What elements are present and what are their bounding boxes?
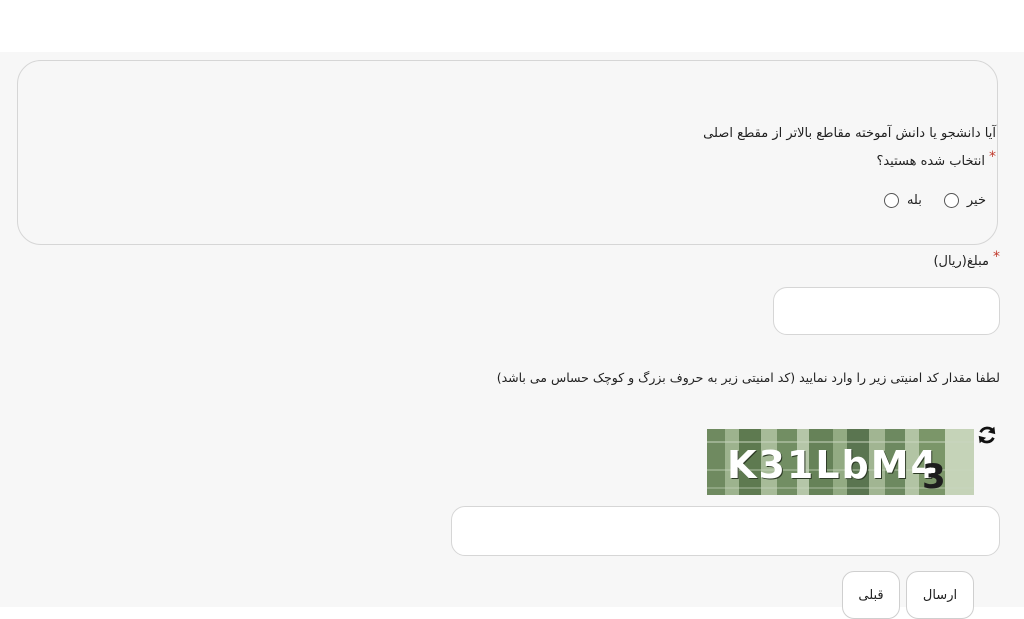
- question-text-line1: آیا دانشجو یا دانش آموخته مقاطع بالاتر ا…: [703, 126, 996, 141]
- previous-button[interactable]: قبلی: [842, 571, 900, 619]
- amount-label-text: مبلغ(ریال): [933, 254, 989, 269]
- refresh-icon[interactable]: [976, 424, 998, 446]
- amount-required-mark: *: [993, 249, 1000, 265]
- radio-button-no[interactable]: [943, 193, 959, 208]
- captcha-image: K31LbM4 3: [707, 429, 974, 495]
- amount-input[interactable]: [773, 287, 1000, 335]
- radio-option-no[interactable]: خیر: [943, 193, 986, 208]
- radio-option-yes-label: بله: [906, 193, 922, 208]
- captcha-text-tail: 3: [922, 457, 946, 495]
- radio-option-yes[interactable]: بله: [883, 193, 922, 208]
- captcha-instructions: لطفا مقدار کد امنیتی زیر را وارد نمایید …: [496, 370, 1000, 385]
- submit-button[interactable]: ارسال: [906, 571, 974, 619]
- radio-button-yes[interactable]: [883, 193, 899, 208]
- captcha-input[interactable]: [451, 506, 1000, 556]
- amount-label: * مبلغ(ریال): [933, 249, 1000, 269]
- question-text-line2: * انتخاب شده هستید؟: [876, 149, 996, 169]
- required-mark: *: [989, 149, 996, 165]
- radio-option-no-label: خیر: [966, 193, 986, 208]
- top-bar: [0, 0, 1024, 52]
- question-card: [17, 60, 998, 245]
- radio-group-degree: خیر بله: [883, 193, 986, 208]
- captcha-text: K31LbM4: [727, 443, 939, 487]
- question-text-line2-label: انتخاب شده هستید؟: [876, 154, 985, 169]
